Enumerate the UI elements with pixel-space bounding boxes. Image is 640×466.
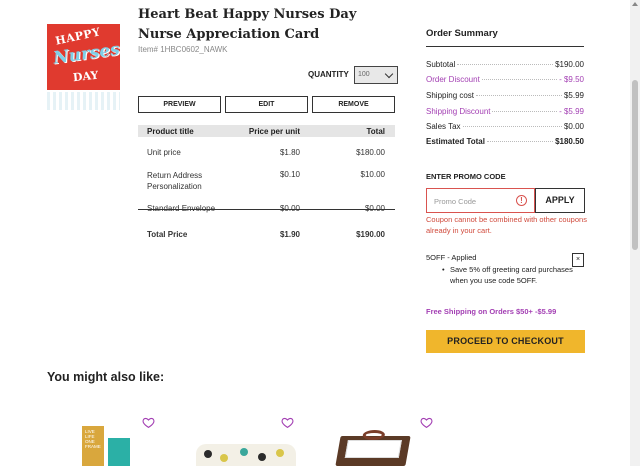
order-summary-title: Order Summary (426, 28, 498, 39)
total-title: Total Price (147, 230, 188, 239)
quantity-label: QUANTITY (308, 70, 349, 79)
summary-value: $0.00 (563, 122, 584, 131)
promo-code-input[interactable]: Promo Code ! (426, 188, 535, 213)
product-image-text: LIVE LIFE ONE FRAME (85, 429, 101, 449)
summary-row-shipping-discount: Shipping Discount - $5.99 (426, 107, 584, 116)
summary-value: $180.50 (555, 137, 584, 146)
leader-dots (481, 79, 558, 80)
summary-row-sales-tax: Sales Tax $0.00 (426, 122, 584, 131)
row-title: Unit price (147, 148, 181, 157)
wishlist-heart-icon[interactable] (281, 416, 294, 429)
edit-button[interactable]: EDIT (225, 96, 308, 113)
promo-error-message: Coupon cannot be combined with other cou… (426, 215, 587, 235)
preview-button[interactable]: PREVIEW (138, 96, 221, 113)
product-thumbnail[interactable]: HAPPY Nurses DAY (47, 24, 120, 90)
error-icon: ! (516, 195, 527, 206)
summary-label: Shipping Discount (426, 107, 491, 116)
list-item: Save 5% off greeting card purchases when… (442, 264, 590, 286)
summary-row-order-discount: Order Discount - $9.50 (426, 75, 584, 84)
bow-icon (361, 430, 386, 440)
proceed-to-checkout-button[interactable]: PROCEED TO CHECKOUT (426, 330, 585, 353)
total-unit-price: $1.90 (279, 230, 300, 239)
leader-dots (457, 64, 554, 65)
row-title: Return Address Personalization (147, 171, 203, 191)
summary-value: $5.99 (563, 91, 584, 100)
summary-label: Order Discount (426, 75, 480, 84)
row-total: $180.00 (356, 148, 385, 157)
apply-button[interactable]: APPLY (535, 188, 585, 213)
applied-coupon-details: Save 5% off greeting card purchases when… (442, 264, 590, 286)
promo-placeholder: Promo Code (434, 197, 477, 206)
summary-value: - $9.50 (559, 75, 584, 84)
summary-label: Sales Tax (426, 122, 461, 131)
summary-label: Estimated Total (426, 137, 485, 146)
summary-label: Subtotal (426, 60, 456, 69)
header-price-per-unit: Price per unit (248, 127, 300, 136)
product-title[interactable]: Heart Beat Happy Nurses Day Nurse Apprec… (138, 5, 388, 45)
header-total: Total (366, 127, 385, 136)
summary-value: - $5.99 (559, 107, 584, 116)
row-unit-price: $1.80 (279, 148, 300, 157)
quantity-value: 100 (358, 71, 370, 78)
applied-coupon-title: 5OFF - Applied (426, 253, 477, 262)
summary-row-subtotal: Subtotal $190.00 (426, 60, 584, 69)
thumbnail-text-day: DAY (72, 68, 100, 85)
leader-dots (486, 141, 554, 142)
wishlist-heart-icon[interactable] (420, 416, 433, 429)
summary-row-estimated-total: Estimated Total $180.50 (426, 137, 584, 146)
quantity-select[interactable]: 100 (354, 66, 398, 84)
page-scrollbar[interactable] (630, 0, 640, 466)
total-divider (138, 209, 395, 210)
leader-dots (492, 111, 558, 112)
scrollbar-thumb[interactable] (632, 80, 638, 250)
recommended-product-image[interactable]: LIVE LIFE ONE FRAME (82, 426, 104, 466)
order-summary-divider (426, 46, 584, 47)
recommended-product-image[interactable] (196, 444, 296, 466)
price-table: Product title Price per unit Total Unit … (138, 125, 395, 239)
summary-row-shipping-cost: Shipping cost $5.99 (426, 91, 584, 100)
wishlist-heart-icon[interactable] (142, 416, 155, 429)
recommended-product-image-secondary[interactable] (108, 438, 130, 466)
recommendations-heading: You might also like: (47, 370, 165, 384)
remove-button[interactable]: REMOVE (312, 96, 395, 113)
summary-label: Shipping cost (426, 91, 475, 100)
row-unit-price: $0.10 (279, 170, 300, 179)
leader-dots (476, 95, 562, 96)
item-number: Item# 1HBC0602_NAWK (138, 45, 228, 54)
price-table-header: Product title Price per unit Total (138, 125, 395, 137)
thumbnail-reflection (47, 92, 120, 110)
total-amount: $190.00 (356, 230, 385, 239)
header-product-title: Product title (147, 127, 194, 136)
leader-dots (462, 126, 562, 127)
promo-heading: ENTER PROMO CODE (426, 172, 506, 181)
free-shipping-note: Free Shipping on Orders $50+ -$5.99 (426, 307, 557, 316)
summary-value: $190.00 (555, 60, 584, 69)
recommended-product-image[interactable] (335, 430, 411, 466)
gift-box-lid (344, 440, 402, 458)
row-total: $10.00 (360, 170, 385, 179)
scroll-up-arrow-icon[interactable] (632, 2, 638, 6)
chevron-down-icon (384, 69, 394, 79)
